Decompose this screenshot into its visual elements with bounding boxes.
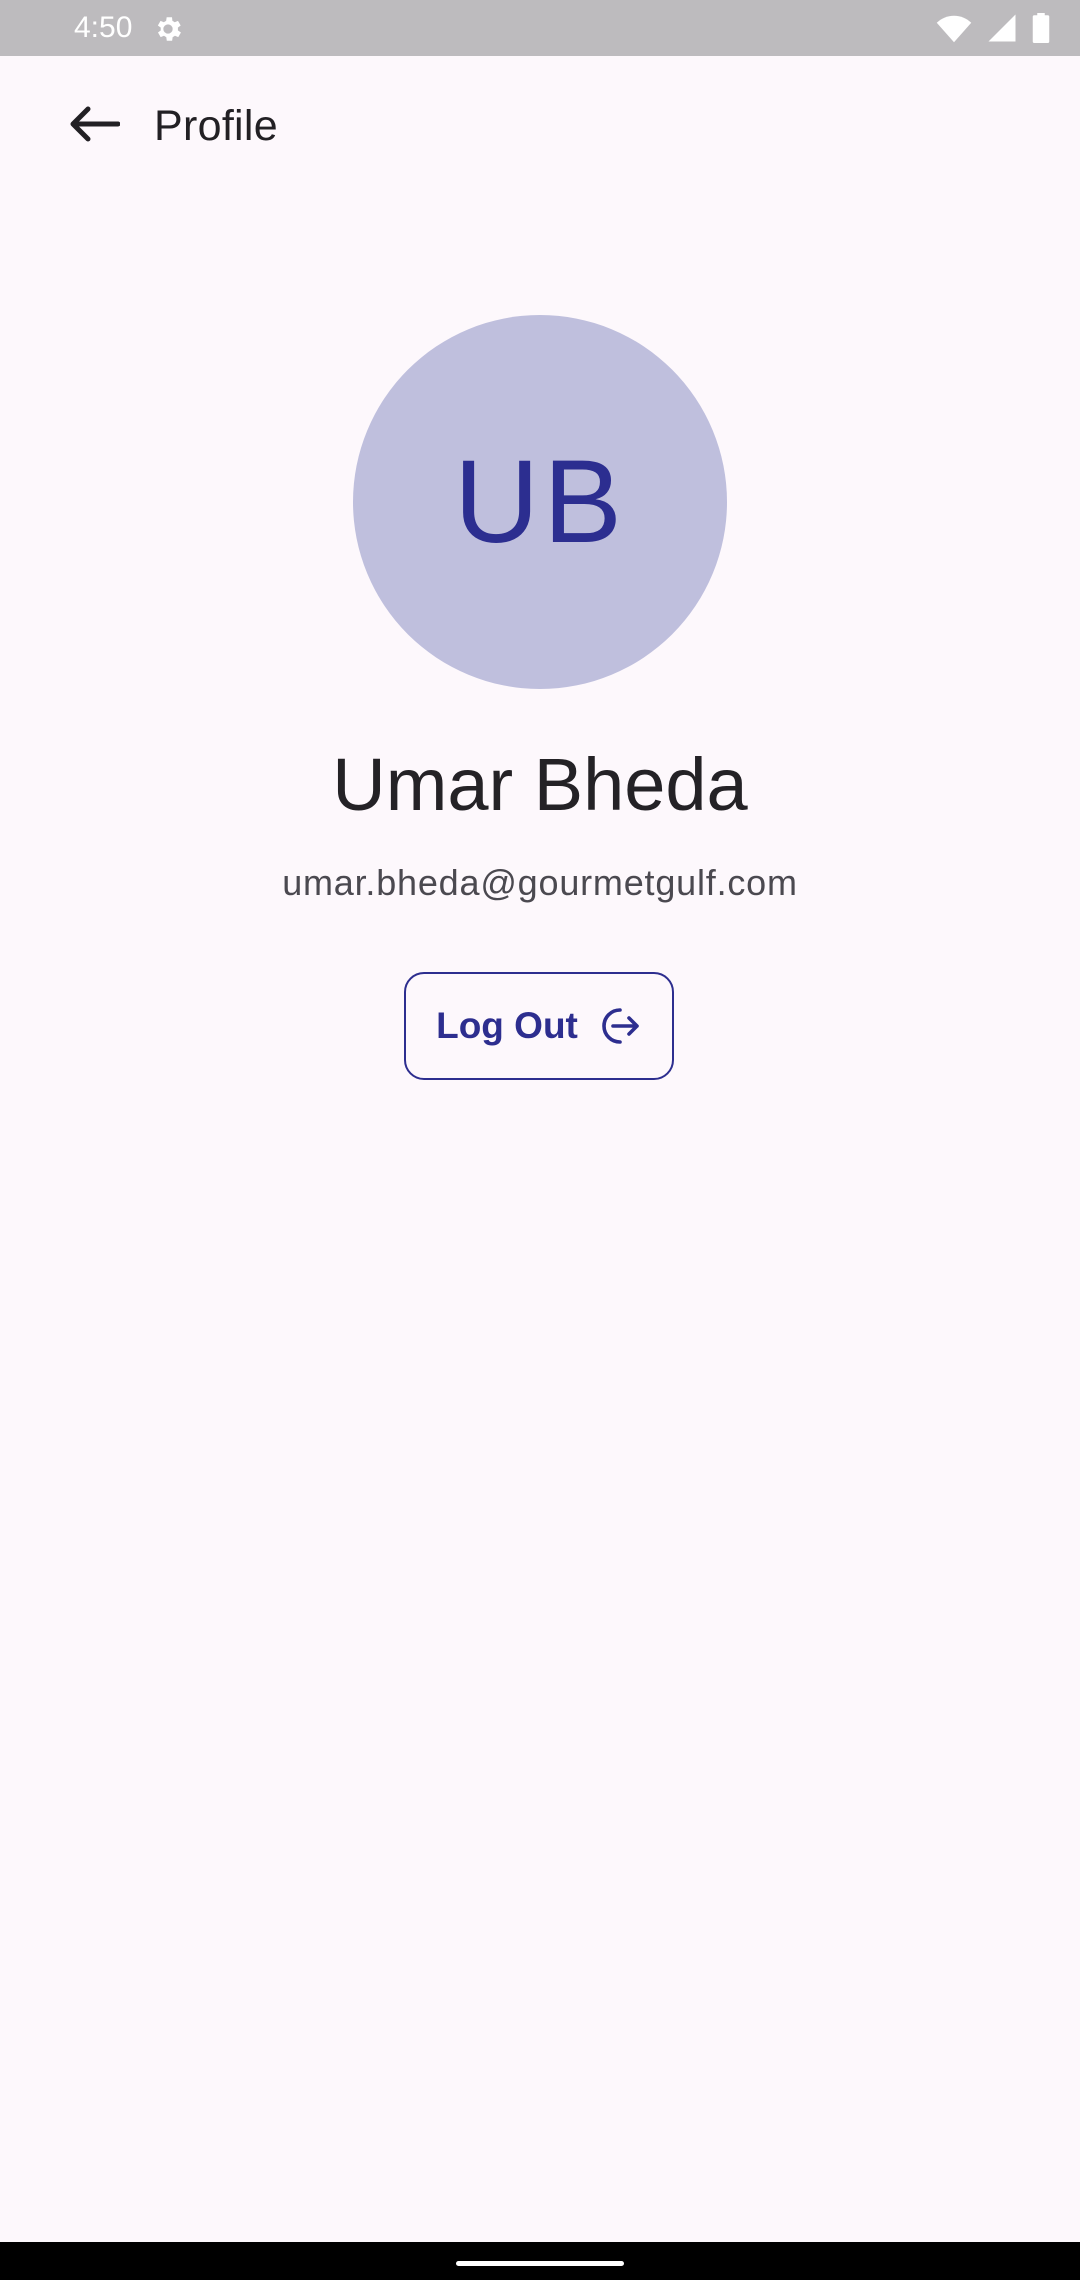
back-button[interactable] (52, 82, 136, 166)
logout-button[interactable]: Log Out (404, 972, 674, 1080)
arrow-left-icon (70, 106, 120, 142)
status-icons (936, 12, 1050, 44)
battery-icon (1032, 13, 1050, 43)
app-bar (0, 56, 1080, 268)
logout-label: Log Out (436, 1005, 578, 1046)
wifi-icon (936, 15, 972, 43)
avatar: UB (353, 315, 727, 689)
user-name: Umar Bheda (332, 743, 748, 826)
avatar-initials: UB (454, 436, 626, 568)
user-email: umar.bheda@gourmetgulf.com (282, 862, 798, 903)
status-time: 4:50 (74, 11, 133, 44)
page-title: Profile (154, 102, 278, 150)
home-indicator[interactable] (456, 2261, 624, 2266)
cellular-signal-icon (988, 14, 1016, 42)
gear-icon (157, 17, 181, 41)
status-bar: 4:50 (0, 0, 1080, 56)
logout-icon (602, 1008, 639, 1044)
